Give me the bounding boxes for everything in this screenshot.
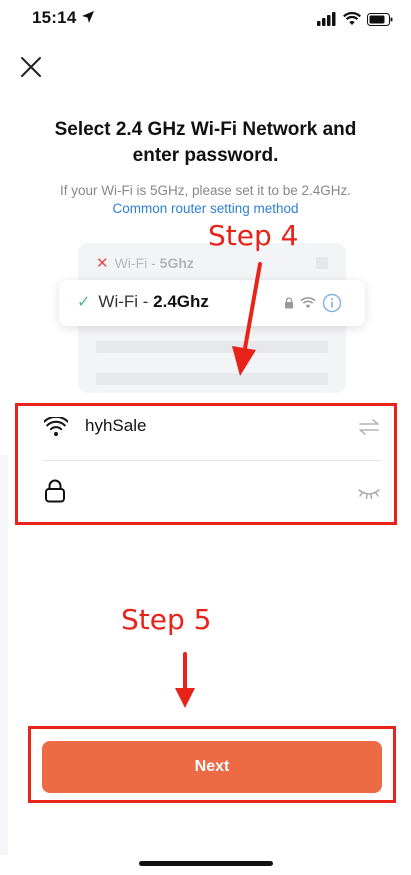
background-edge <box>0 455 8 855</box>
next-button[interactable]: Next <box>42 741 382 793</box>
close-icon[interactable] <box>18 54 44 80</box>
illustration-placeholder <box>315 373 328 385</box>
illustration-network-icons <box>284 293 342 313</box>
lock-icon <box>45 479 65 503</box>
step4-label: Step 4 <box>208 219 299 252</box>
illustration-placeholder <box>315 341 328 353</box>
illustration-row-24ghz: ✓ Wi-Fi - 2.4Ghz <box>77 292 209 311</box>
illustration-row-placeholder <box>96 373 328 385</box>
password-input[interactable] <box>85 480 345 504</box>
hide-password-icon[interactable] <box>357 488 381 500</box>
field-divider <box>42 460 382 461</box>
step5-arrow-icon <box>175 652 195 708</box>
small-lock-icon <box>285 297 293 309</box>
status-time: 15:14 <box>32 8 95 28</box>
switch-network-icon[interactable] <box>358 418 380 436</box>
step4-highlight <box>15 403 397 525</box>
cellular-signal-icon <box>317 12 336 26</box>
small-wifi-icon <box>300 297 316 309</box>
info-icon <box>322 293 342 313</box>
wifi-icon <box>44 417 68 436</box>
home-indicator <box>139 861 273 866</box>
illustration-row-placeholder <box>96 341 328 353</box>
wifi-status-icon <box>343 12 361 25</box>
illustration-placeholder <box>316 257 328 269</box>
cross-icon: ✕ <box>96 255 109 272</box>
wifi-ssid-field[interactable]: hyhSale <box>85 416 146 436</box>
frequency-hint: If your Wi-Fi is 5GHz, please set it to … <box>59 183 352 198</box>
page-title: Select 2.4 GHz Wi-Fi Network and enter p… <box>54 119 357 166</box>
check-icon: ✓ <box>77 294 91 311</box>
status-icons <box>317 10 393 28</box>
location-arrow-icon <box>82 11 95 23</box>
battery-icon <box>367 12 393 26</box>
router-setting-link[interactable]: Common router setting method <box>20 200 391 218</box>
step5-label: Step 5 <box>121 603 212 636</box>
step4-arrow-icon <box>232 262 262 376</box>
illustration-row-5ghz: ✕ Wi-Fi - 5Ghz <box>96 255 194 272</box>
